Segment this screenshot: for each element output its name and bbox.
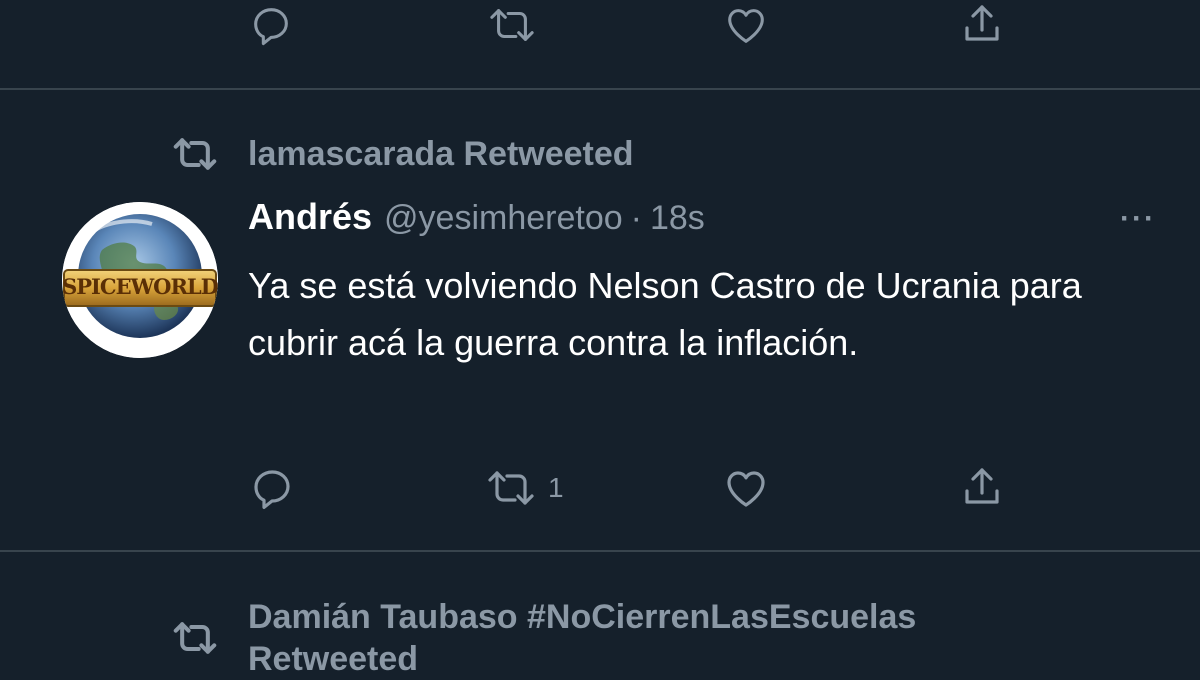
avatar[interactable]: SPICEWORLD [62, 202, 218, 358]
avatar-logo-text: SPICEWORLD [62, 274, 218, 299]
top-retweet-button[interactable] [486, 2, 538, 48]
top-reply-button[interactable] [248, 2, 294, 48]
tweet-header: Andrés @yesimheretoo · 18s [248, 196, 705, 238]
divider [0, 550, 1200, 552]
more-icon: ··· [1120, 202, 1156, 235]
retweet-context[interactable]: lamascarada Retweeted [166, 132, 634, 176]
share-icon [958, 0, 1006, 48]
retweet-icon [166, 132, 224, 176]
reply-button[interactable] [248, 464, 306, 512]
retweet-count: 1 [548, 472, 564, 503]
share-icon [958, 462, 1006, 512]
tweet-text: Ya se está volviendo Nelson Castro de Uc… [248, 265, 1082, 363]
retweet-button[interactable]: 1 [484, 464, 564, 512]
next-retweeted-by-line1: Damián Taubaso #NoCierrenLasEscuelas [248, 598, 917, 636]
reply-icon [248, 464, 296, 512]
top-like-button[interactable] [722, 2, 770, 48]
retweeted-by-label: lamascarada Retweeted [248, 135, 634, 173]
reply-icon [248, 2, 294, 48]
tweet-time[interactable]: 18s [650, 199, 705, 238]
author-handle[interactable]: @yesimheretoo [384, 199, 623, 238]
separator-dot: · [630, 199, 642, 237]
like-icon [722, 464, 770, 512]
retweet-icon [484, 464, 538, 512]
divider [0, 88, 1200, 90]
like-icon [722, 2, 770, 48]
more-options-button[interactable]: ··· [1120, 196, 1156, 242]
share-button[interactable] [958, 462, 1016, 512]
retweet-icon [166, 616, 224, 660]
top-share-button[interactable] [958, 0, 1006, 48]
retweet-icon [486, 2, 538, 48]
next-retweeted-by: Damián Taubaso #NoCierrenLasEscuelas Ret… [248, 596, 916, 680]
author-name[interactable]: Andrés [248, 196, 372, 238]
next-retweet-context[interactable]: Damián Taubaso #NoCierrenLasEscuelas Ret… [166, 596, 916, 680]
next-retweeted-by-line2: Retweeted [248, 640, 419, 678]
like-button[interactable] [722, 464, 780, 512]
